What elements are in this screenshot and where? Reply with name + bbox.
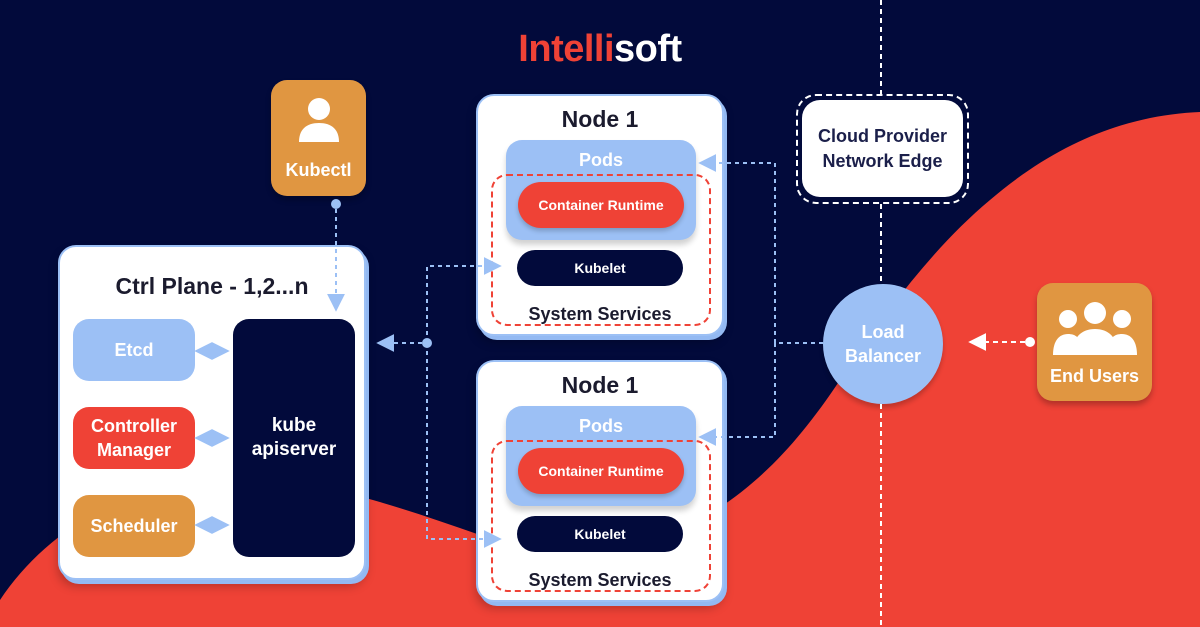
users-group-icon (1053, 302, 1137, 355)
controller-manager-line2: Manager (96, 440, 171, 460)
cloud-edge-line2: Network Edge (822, 150, 943, 171)
kubelet-box[interactable]: Kubelet (517, 516, 683, 552)
node-title: Node 1 (561, 106, 639, 132)
control-plane-title: Ctrl Plane - 1,2...n (115, 273, 309, 299)
user-icon (299, 98, 339, 142)
system-services-label: System Services (528, 570, 672, 590)
controller-manager-line1: Controller (90, 416, 177, 436)
logo-text-intelli: Intelli (518, 28, 615, 70)
brand-logo: Intellisoft (0, 28, 1200, 71)
load-balancer-line2: Balancer (844, 346, 922, 366)
node-box-bottom: Node 1 Pods Container Runtime Kubelet Sy… (476, 360, 724, 602)
kubectl-label: Kubectl (285, 160, 352, 180)
end-users-label: End Users (1049, 366, 1140, 386)
pods-label: Pods (578, 416, 623, 436)
kubelet-box[interactable]: Kubelet (517, 250, 683, 286)
cloud-provider-edge-box[interactable]: Cloud Provider Network Edge (802, 100, 963, 197)
apiserver-line2: apiserver (251, 439, 337, 460)
etcd-box[interactable]: Etcd (73, 319, 195, 381)
diagram-canvas: Intellisoft Kubectl Ctrl Plane - 1,2...n… (0, 0, 1200, 627)
logo-text-soft: soft (614, 28, 682, 70)
controller-manager-box[interactable]: Controller Manager (73, 407, 195, 469)
load-balancer-line1: Load (861, 322, 905, 342)
apiserver-line1: kube (271, 415, 317, 436)
pods-label: Pods (578, 150, 623, 170)
node-box-top: Node 1 Pods Container Runtime Kubelet Sy… (476, 94, 724, 336)
kube-apiserver-box[interactable]: kube apiserver (233, 319, 355, 557)
kubectl-box[interactable]: Kubectl (271, 80, 366, 196)
node-title: Node 1 (561, 372, 639, 398)
load-balancer-circle[interactable]: Load Balancer (823, 284, 943, 404)
end-users-box[interactable]: End Users (1037, 283, 1152, 401)
scheduler-box[interactable]: Scheduler (73, 495, 195, 557)
cloud-edge-line1: Cloud Provider (817, 125, 947, 146)
system-services-label: System Services (528, 304, 672, 324)
control-plane-box: Ctrl Plane - 1,2...n Etcd Controller Man… (58, 245, 366, 580)
